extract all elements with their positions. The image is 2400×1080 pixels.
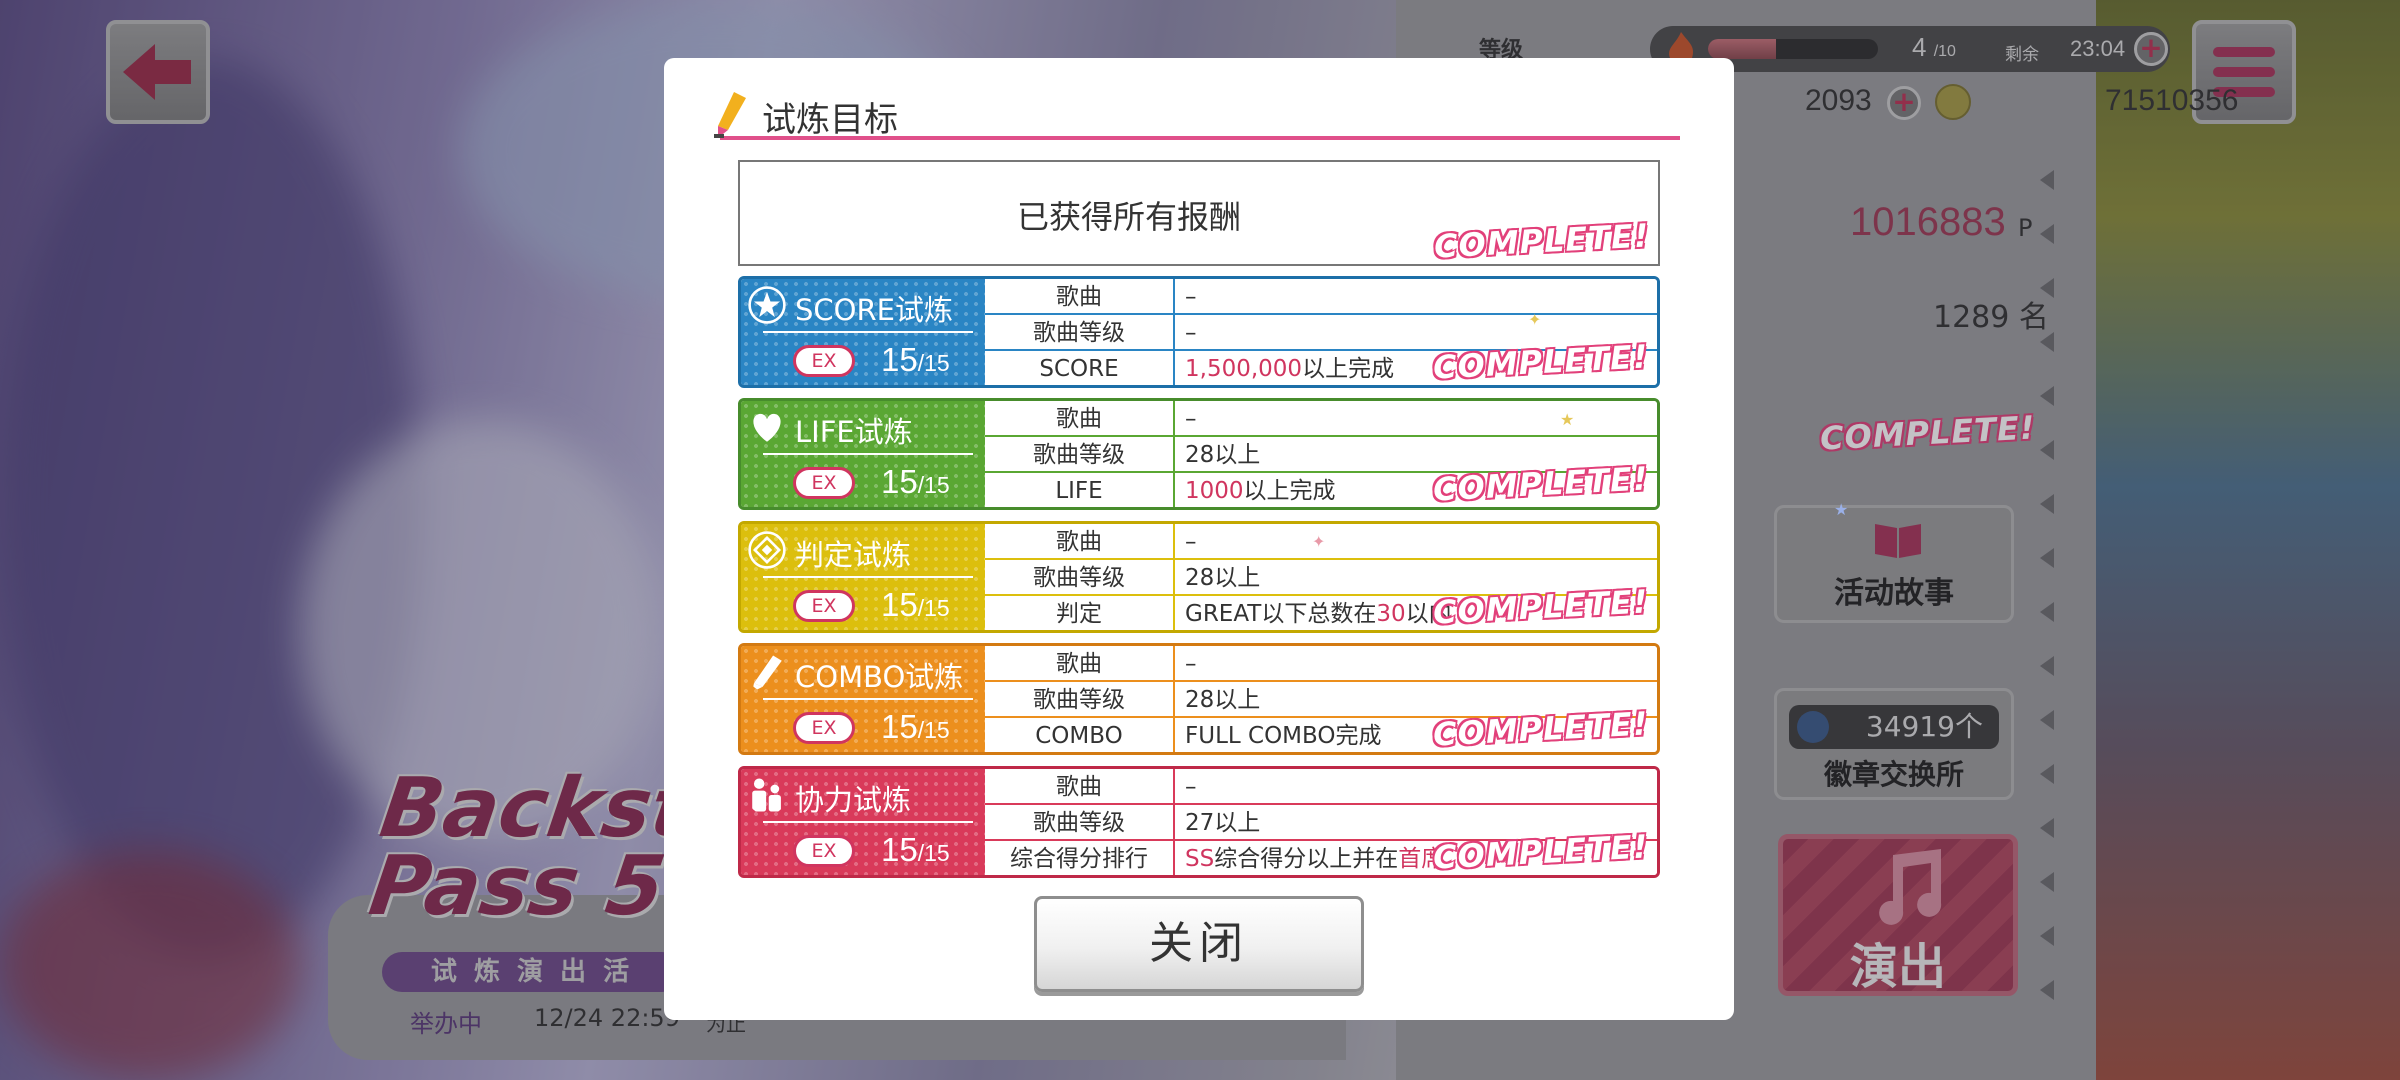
condition-value: 28以上	[1185, 442, 1261, 468]
condition-row: 歌曲 –	[985, 401, 1657, 437]
ex-difficulty-badge: EX	[793, 467, 855, 499]
ex-difficulty-badge: EX	[793, 712, 855, 744]
progress-done: 15	[881, 831, 918, 868]
condition-row: 歌曲 –	[985, 646, 1657, 682]
progress-done: 15	[881, 341, 918, 378]
condition-text: 综合得分以上并在	[1214, 846, 1399, 872]
condition-label: 歌曲等级	[985, 682, 1175, 716]
condition-value: 1,500,000以上完成	[1185, 351, 1395, 385]
progress-done: 15	[881, 708, 918, 745]
condition-value: FULL COMBO完成	[1185, 723, 1382, 749]
heart-icon	[753, 413, 781, 442]
progress-total: /15	[917, 840, 950, 866]
trial-name: 协力试炼	[795, 783, 912, 817]
condition-label: 歌曲	[985, 279, 1175, 313]
divider	[763, 453, 973, 455]
trial-card-coop: 协力试炼 EX 15/15 歌曲 – 歌曲等级 27以上 综合得分排行 SS综合…	[738, 766, 1660, 878]
condition-value: 27以上	[1185, 810, 1261, 836]
trial-progress: 15/15	[881, 341, 950, 379]
condition-label: 综合得分排行	[985, 841, 1175, 875]
condition-label: COMBO	[985, 718, 1175, 752]
star-icon	[748, 286, 786, 324]
condition-label: 歌曲	[985, 524, 1175, 558]
trial-name: LIFE试炼	[795, 415, 913, 449]
combo-pencil-icon	[752, 655, 782, 692]
condition-label: 歌曲等级	[985, 805, 1175, 839]
condition-label: 歌曲	[985, 769, 1175, 803]
sparkle-icon: ✦	[1528, 310, 1542, 329]
condition-highlight: 1,500,000	[1185, 356, 1303, 382]
progress-total: /15	[917, 717, 950, 743]
condition-label: 判定	[985, 596, 1175, 630]
condition-value: 28以上	[1185, 565, 1261, 591]
trial-goals-dialog: 试炼目标 已获得所有报酬 COMPLETE! SCORE试炼 EX 15/15 …	[664, 58, 1734, 1020]
trial-summary: 判定试炼 EX 15/15	[741, 524, 985, 630]
condition-value: –	[1185, 406, 1197, 432]
ex-difficulty-badge: EX	[793, 590, 855, 622]
condition-text: 以上完成	[1243, 478, 1336, 504]
condition-row: 歌曲 –	[985, 279, 1657, 315]
condition-row: 歌曲 –	[985, 769, 1657, 805]
two-people-icon	[752, 778, 781, 812]
divider	[763, 576, 973, 578]
condition-value: 1000以上完成	[1185, 473, 1336, 507]
condition-label: 歌曲	[985, 646, 1175, 680]
trial-card-life: LIFE试炼 EX 15/15 歌曲 – 歌曲等级 28以上 LIFE 1000…	[738, 398, 1660, 510]
progress-total: /15	[917, 595, 950, 621]
dialog-header: 试炼目标	[714, 88, 1680, 140]
condition-highlight: SS	[1185, 846, 1215, 872]
ex-difficulty-badge: EX	[793, 835, 855, 867]
condition-value: –	[1185, 320, 1197, 346]
divider	[763, 821, 973, 823]
condition-value: SS综合得分以上并在首席	[1185, 841, 1444, 875]
condition-value: –	[1185, 774, 1197, 800]
sparkle-icon: ✦	[1312, 532, 1326, 551]
condition-highlight: 1000	[1185, 478, 1244, 504]
trial-summary: LIFE试炼 EX 15/15	[741, 401, 985, 507]
progress-done: 15	[881, 463, 918, 500]
ex-difficulty-badge: EX	[793, 345, 855, 377]
condition-label: 歌曲等级	[985, 560, 1175, 594]
condition-label: 歌曲	[985, 401, 1175, 435]
trial-card-score: SCORE试炼 EX 15/15 歌曲 – 歌曲等级 – SCORE 1,500…	[738, 276, 1660, 388]
condition-value: –	[1185, 651, 1197, 677]
condition-value: –	[1185, 284, 1197, 310]
trial-card-judge: 判定试炼 EX 15/15 歌曲 – 歌曲等级 28以上 判定 GREAT以下总…	[738, 521, 1660, 633]
condition-label: SCORE	[985, 351, 1175, 385]
condition-value: 28以上	[1185, 687, 1261, 713]
trial-name: 判定试炼	[795, 538, 912, 572]
condition-text: 以上完成	[1302, 356, 1395, 382]
trial-summary: 协力试炼 EX 15/15	[741, 769, 985, 875]
trial-progress: 15/15	[881, 831, 950, 869]
condition-highlight: 30	[1376, 601, 1406, 627]
trial-name: COMBO试炼	[795, 660, 964, 694]
diamond-target-icon	[748, 531, 786, 569]
progress-total: /15	[917, 472, 950, 498]
sparkle-icon: ★	[1834, 500, 1849, 519]
condition-label: 歌曲等级	[985, 437, 1175, 471]
pencil-icon	[714, 92, 746, 138]
close-button[interactable]: 关闭	[1034, 896, 1364, 992]
divider	[763, 698, 973, 700]
condition-label: 歌曲等级	[985, 315, 1175, 349]
condition-text: GREAT以下总数在	[1185, 601, 1377, 627]
reward-summary-box: 已获得所有报酬 COMPLETE!	[738, 160, 1660, 267]
divider	[763, 331, 973, 333]
trial-progress: 15/15	[881, 586, 950, 624]
progress-total: /15	[917, 350, 950, 376]
trial-summary: COMBO试炼 EX 15/15	[741, 646, 985, 752]
condition-label: LIFE	[985, 473, 1175, 507]
condition-value: GREAT以下总数在30以内	[1185, 596, 1452, 630]
trial-progress: 15/15	[881, 463, 950, 501]
sparkle-icon: ★	[1560, 410, 1575, 429]
trial-summary: SCORE试炼 EX 15/15	[741, 279, 985, 385]
trial-card-combo: COMBO试炼 EX 15/15 歌曲 – 歌曲等级 28以上 COMBO FU…	[738, 643, 1660, 755]
dialog-title: 试炼目标	[762, 100, 898, 140]
trial-progress: 15/15	[881, 708, 950, 746]
progress-done: 15	[881, 586, 918, 623]
trial-name: SCORE试炼	[795, 293, 953, 327]
condition-value: –	[1185, 529, 1197, 555]
